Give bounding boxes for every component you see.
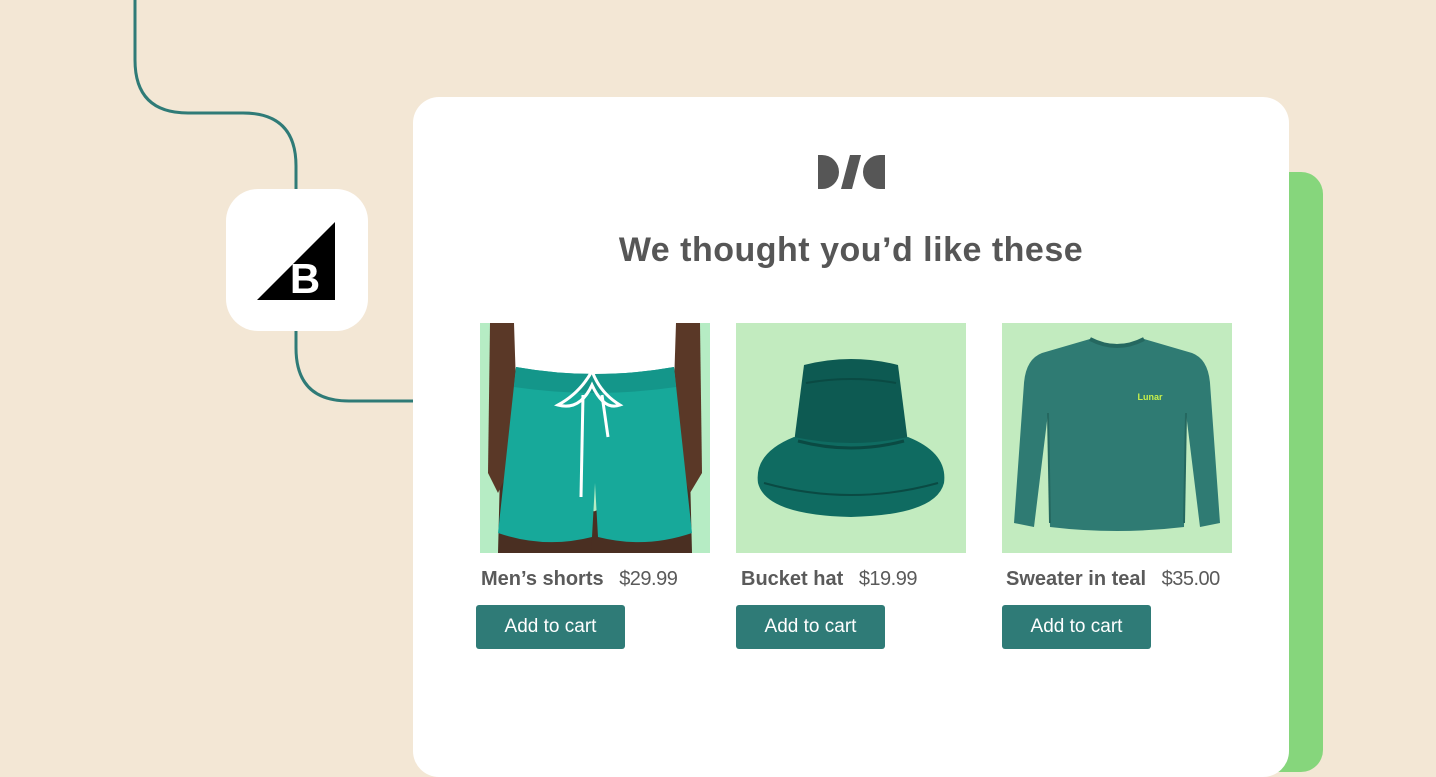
add-to-cart-button[interactable]: Add to cart: [1002, 605, 1151, 649]
bigcommerce-logo-icon: B: [257, 222, 335, 300]
bigcommerce-app-tile: B: [226, 189, 368, 331]
product-name[interactable]: Bucket hat: [741, 568, 843, 590]
product-card-shorts[interactable]: Men’s shorts $29.99 Add to cart: [476, 323, 740, 649]
product-card-sweater[interactable]: Lunar Sweater in teal $35.00 Add to cart: [1002, 323, 1262, 649]
product-card-bucket-hat[interactable]: Bucket hat $19.99 Add to cart: [736, 323, 996, 649]
svg-text:B: B: [290, 255, 320, 300]
sweater-image[interactable]: Lunar: [1002, 323, 1232, 553]
recommendation-card: We thought you’d like these Men’s shorts…: [413, 97, 1289, 777]
bucket-hat-image[interactable]: [736, 323, 966, 553]
add-to-cart-button[interactable]: Add to cart: [476, 605, 625, 649]
product-name[interactable]: Men’s shorts: [481, 568, 604, 590]
recommendation-headline: We thought you’d like these: [618, 231, 1084, 269]
product-name[interactable]: Sweater in teal: [1006, 568, 1146, 590]
product-price: $29.99: [619, 568, 678, 590]
svg-text:Lunar: Lunar: [1137, 392, 1162, 402]
product-price: $35.00: [1161, 568, 1221, 590]
brand-mark-icon: [818, 155, 885, 189]
product-price: $19.99: [858, 568, 918, 590]
shorts-image[interactable]: [480, 323, 710, 553]
add-to-cart-button[interactable]: Add to cart: [736, 605, 885, 649]
